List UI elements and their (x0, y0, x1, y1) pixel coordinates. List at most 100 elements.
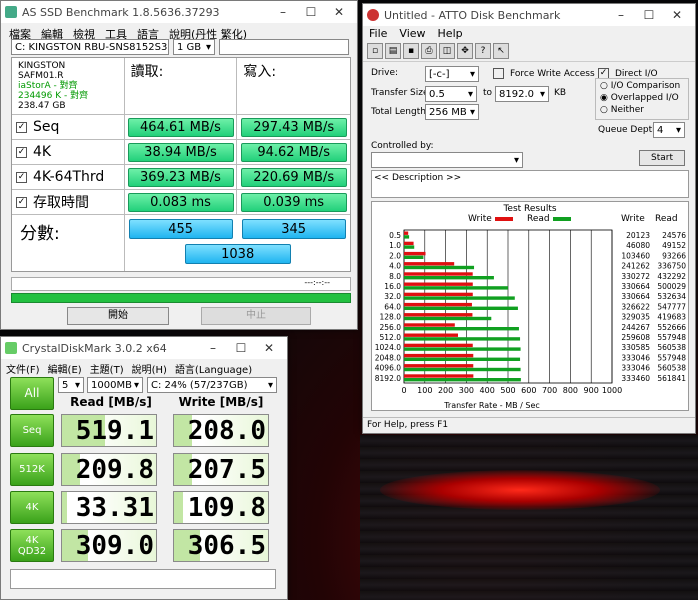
print-icon[interactable]: ⎙ (421, 43, 437, 59)
bar-read (404, 296, 515, 300)
maximize-icon[interactable]: ☐ (227, 341, 255, 355)
bar-read (404, 367, 521, 372)
512k-button[interactable]: 512K (10, 453, 54, 486)
write-value-label: 46080 (626, 241, 650, 250)
write-value-label: 241262 (621, 262, 650, 271)
row-label: 存取時間 (33, 195, 89, 211)
description-field[interactable]: << Description >> (371, 170, 689, 198)
menu-help[interactable]: 說明(H) (132, 361, 167, 376)
name-field[interactable] (219, 39, 349, 55)
x-tick-label: 600 (521, 386, 536, 395)
help-icon[interactable]: ? (475, 43, 491, 59)
transfer-to-select[interactable]: 8192.0 ▾ (495, 86, 549, 102)
write-value-label: 244267 (621, 323, 650, 332)
minimize-icon[interactable]: – (607, 8, 635, 22)
4k-checkbox[interactable]: ✓ (16, 146, 27, 158)
seq-checkbox[interactable]: ✓ (16, 121, 27, 133)
x-tick-label: 200 (438, 386, 453, 395)
force-write-checkbox[interactable] (493, 68, 504, 79)
4k-button[interactable]: 4K (10, 491, 54, 524)
drive-firmware: SAFM01.R (18, 71, 64, 81)
bar-write (404, 374, 474, 378)
seq-button[interactable]: Seq (10, 414, 54, 447)
y-tick-label: 16.0 (384, 282, 401, 291)
size-select[interactable]: 1 GB ▾ (173, 39, 215, 55)
y-tick-label: 2048.0 (375, 353, 401, 362)
size-select[interactable]: 1000MB ▾ (87, 377, 143, 393)
comment-field[interactable] (10, 569, 276, 589)
seq-write-value: 208.0 (173, 414, 269, 447)
chevron-down-icon: ▾ (469, 68, 475, 80)
queue-depth-label: Queue Depth: (598, 125, 661, 135)
read-value-label: 500029 (657, 282, 686, 291)
total-length-select[interactable]: 256 MB ▾ (425, 104, 479, 120)
menu-language[interactable]: 語言(Language) (175, 361, 252, 376)
atto-results-chart: Test Results Write Read Write Read 0 100 2… (371, 201, 689, 411)
save-icon[interactable]: ▪ (403, 43, 419, 59)
close-icon[interactable]: ✕ (255, 341, 283, 355)
as-ssd-window: AS SSD Benchmark 1.8.5636.37293 – ☐ ✕ 檔案… (0, 0, 358, 330)
new-icon[interactable]: ▫ (367, 43, 383, 59)
bar-write (404, 272, 473, 276)
kb-label: KB (554, 88, 567, 98)
drive-select[interactable]: C: KINGSTON RBU-SNS8152S3256GG2▾ (11, 39, 169, 55)
controlled-by-select[interactable]: ▾ (371, 152, 523, 168)
status-bar: For Help, press F1 (363, 417, 695, 433)
drive-select[interactable]: [-c-] ▾ (425, 66, 479, 82)
menu-file[interactable]: File (369, 27, 387, 40)
seq-row: Seq (10, 414, 54, 447)
menu-file[interactable]: 文件(F) (6, 361, 40, 376)
write-value-label: 329035 (621, 313, 650, 322)
menu-theme[interactable]: 主題(T) (90, 361, 124, 376)
read-value-label: 49152 (662, 241, 686, 250)
maximize-icon[interactable]: ☐ (297, 5, 325, 19)
chevron-down-icon: ▾ (133, 379, 139, 391)
read-value-label: 419683 (657, 313, 686, 322)
512k-read-value: 209.8 (61, 453, 157, 486)
preview-icon[interactable]: ◫ (439, 43, 455, 59)
bar-read (404, 235, 410, 239)
chevron-down-icon: ▾ (467, 88, 473, 100)
radio-io-comparison[interactable]: ○ I/O Comparison (600, 81, 680, 91)
close-icon[interactable]: ✕ (325, 5, 353, 19)
minimize-icon[interactable]: – (269, 5, 297, 19)
radio-overlapped[interactable]: ◉ Overlapped I/O (600, 93, 679, 103)
minimize-icon[interactable]: – (199, 341, 227, 355)
runs-select[interactable]: 5 ▾ (58, 377, 84, 393)
transfer-from-select[interactable]: 0.5 ▾ (425, 86, 477, 102)
bar-write (404, 364, 474, 368)
queue-depth-select[interactable]: 4 ▾ (653, 122, 685, 138)
write-value-label: 333460 (621, 374, 650, 383)
menu-view[interactable]: View (399, 27, 425, 40)
bar-read (404, 255, 424, 259)
maximize-icon[interactable]: ☐ (635, 8, 663, 22)
atto-window: Untitled - ATTO Disk Benchmark – ☐ ✕ Fil… (362, 3, 696, 434)
elapsed-time: ---:--:-- (11, 277, 351, 291)
menu-edit[interactable]: 編輯(E) (48, 361, 82, 376)
start-button[interactable]: 開始 (67, 307, 169, 325)
write-value-label: 330664 (621, 292, 650, 301)
open-icon[interactable]: ▤ (385, 43, 401, 59)
read-value-label: 560538 (657, 343, 686, 352)
context-help-icon[interactable]: ↖ (493, 43, 509, 59)
access-checkbox[interactable]: ✓ (16, 196, 27, 208)
4k-qd32-button[interactable]: 4K QD32 (10, 529, 54, 562)
start-button[interactable]: Start (639, 150, 685, 166)
x-tick-label: 800 (563, 386, 578, 395)
transfer-to-label: to (483, 88, 493, 98)
close-icon[interactable]: ✕ (663, 8, 691, 22)
stop-button[interactable]: 中止 (201, 307, 311, 325)
4k64-checkbox[interactable]: ✓ (16, 171, 27, 183)
all-button[interactable]: All (10, 377, 54, 410)
move-icon[interactable]: ✥ (457, 43, 473, 59)
menu-help[interactable]: Help (438, 27, 463, 40)
read-value-label: 552666 (657, 323, 686, 332)
atto-menubar: File View Help (363, 26, 695, 41)
radio-neither[interactable]: ○ Neither (600, 105, 644, 115)
total-length-label: Total Length: (371, 107, 429, 117)
drive-select[interactable]: C: 24% (57/237GB) ▾ (147, 377, 277, 393)
chevron-down-icon: ▾ (513, 154, 519, 166)
size-select-value: 1 GB (177, 41, 202, 53)
bar-read (404, 265, 475, 270)
force-write-option[interactable]: Force Write Access (493, 68, 595, 79)
